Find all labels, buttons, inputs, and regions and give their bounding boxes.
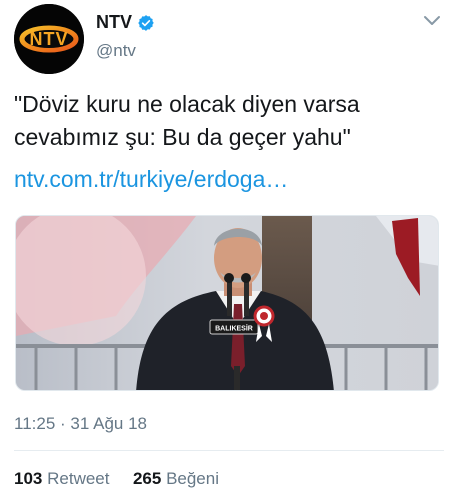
divider: [14, 450, 444, 451]
retweet-stat[interactable]: 103 Retweet: [14, 469, 114, 488]
account-handle[interactable]: @ntv: [96, 41, 136, 61]
svg-text:NTV: NTV: [30, 29, 69, 49]
speech-photo: BALIKESİR: [16, 216, 438, 390]
name-row: NTV: [96, 12, 155, 33]
tweet-text: "Döviz kuru ne olacak diyen varsa cevabı…: [14, 88, 444, 154]
tweet-link[interactable]: ntv.com.tr/turkiye/erdoga…: [14, 163, 288, 196]
chevron-down-icon[interactable]: [421, 13, 443, 29]
tweet-text-line: cevabımız şu: Bu da geçer yahu": [14, 124, 351, 150]
like-stat[interactable]: 265 Beğeni: [133, 469, 219, 488]
like-count: 265: [132, 469, 162, 488]
retweet-count: 103: [14, 469, 43, 488]
like-label: Beğeni: [166, 469, 219, 488]
podium-sign-text: BALIKESİR: [215, 325, 253, 333]
tweet-text-line: "Döviz kuru ne olacak diyen varsa: [14, 91, 360, 117]
retweet-label: Retweet: [47, 469, 110, 488]
tweet-timestamp[interactable]: 11:25 · 31 Ağu 18: [14, 414, 147, 434]
avatar[interactable]: NTV: [14, 4, 84, 74]
ntv-logo-icon: NTV: [14, 4, 84, 74]
tweet-date: 31 Ağu 18: [70, 414, 147, 433]
engagement-stats: 103 Retweet 265 Beğeni: [14, 469, 219, 489]
timestamp-separator: ·: [60, 414, 66, 433]
verified-badge-icon: [138, 14, 154, 31]
tweet-time: 11:25: [14, 414, 56, 433]
tweet-media-image[interactable]: BALIKESİR: [15, 215, 439, 391]
display-name[interactable]: NTV: [96, 12, 132, 33]
